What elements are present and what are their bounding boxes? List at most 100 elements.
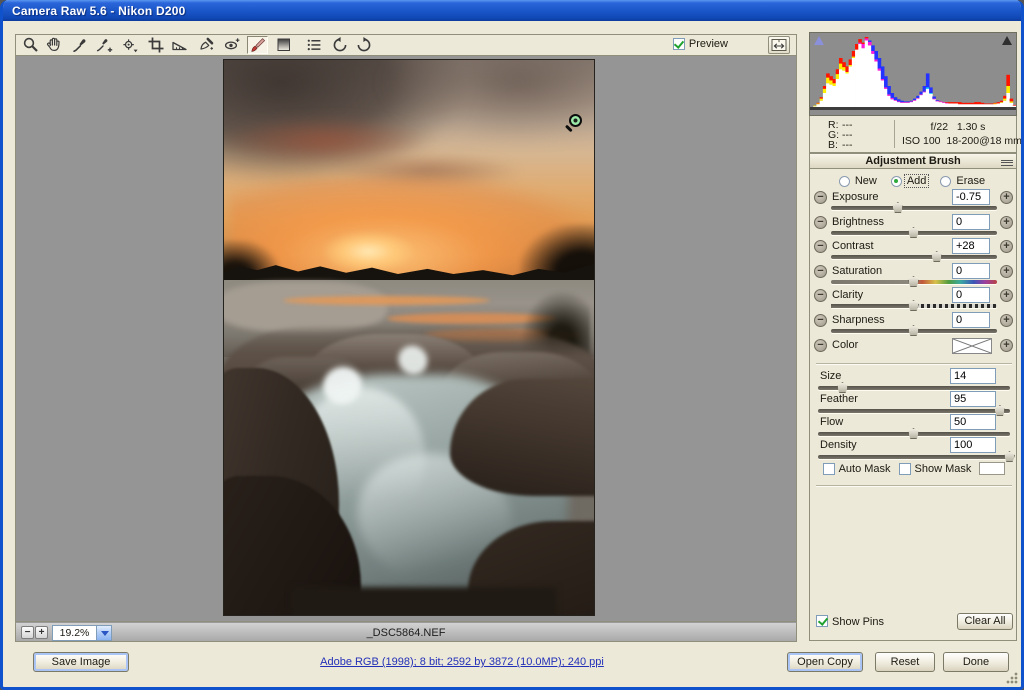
show-mask-checkbox[interactable] (899, 463, 911, 475)
sharpness-increase-button[interactable]: + (1000, 314, 1013, 327)
resize-grip[interactable] (1006, 672, 1018, 684)
highlight-clipping-indicator[interactable] (1002, 36, 1012, 45)
preview-label: Preview (689, 38, 728, 50)
graduated-filter-tool-button[interactable] (273, 36, 294, 54)
open-copy-button[interactable]: Open Copy (787, 652, 863, 672)
slider-thumb[interactable] (908, 276, 919, 287)
reset-button[interactable]: Reset (875, 652, 935, 672)
size-row: Size (810, 369, 1018, 392)
clarity-value-input[interactable] (952, 287, 990, 303)
image-info-link[interactable]: Adobe RGB (1998); 8 bit; 2592 by 3872 (1… (320, 656, 604, 668)
preview-toggle[interactable]: Preview (673, 38, 728, 50)
rotate-right-button[interactable] (353, 36, 374, 54)
slider-thumb[interactable] (931, 251, 942, 262)
clarity-increase-button[interactable]: + (1000, 289, 1013, 302)
slider-thumb[interactable] (1004, 451, 1015, 462)
density-value-input[interactable] (950, 437, 996, 453)
rotate-left-button[interactable] (329, 36, 350, 54)
hand-tool-button[interactable] (43, 36, 64, 54)
save-image-button[interactable]: Save Image (33, 652, 129, 672)
rotate-left-icon (331, 36, 349, 54)
sharpness-decrease-button[interactable]: − (814, 314, 827, 327)
panel-menu-icon[interactable] (1001, 158, 1013, 166)
histogram-chart (810, 33, 1016, 115)
density-slider[interactable] (818, 455, 1010, 459)
adjustment-brush-tool-button[interactable] (247, 36, 268, 54)
slider-thumb[interactable] (892, 202, 903, 213)
size-value-input[interactable] (950, 368, 996, 384)
brightness-slider[interactable] (831, 231, 997, 235)
flow-row: Flow (810, 415, 1018, 438)
slider-thumb[interactable] (908, 300, 919, 311)
targeted-adjustment-tool-button[interactable] (119, 36, 140, 54)
window-titlebar[interactable]: Camera Raw 5.6 - Nikon D200 (3, 0, 1021, 21)
saturation-decrease-button[interactable]: − (814, 265, 827, 278)
clarity-decrease-button[interactable]: − (814, 289, 827, 302)
window-title: Camera Raw 5.6 - Nikon D200 (12, 4, 185, 18)
feather-value-input[interactable] (950, 391, 996, 407)
feather-slider[interactable] (818, 409, 1010, 413)
color-swatch[interactable] (952, 338, 992, 354)
clear-all-button[interactable]: Clear All (957, 613, 1013, 630)
new-radio[interactable] (839, 176, 850, 187)
flow-value-input[interactable] (950, 414, 996, 430)
adjustment-brush-tool-icon (249, 36, 267, 54)
done-button[interactable]: Done (943, 652, 1009, 672)
photo-flat-rock (223, 282, 387, 332)
show-pins-checkbox[interactable] (816, 615, 828, 627)
contrast-slider[interactable] (831, 255, 997, 259)
shadow-clipping-indicator[interactable] (814, 36, 824, 45)
color-sampler-tool-button[interactable] (93, 36, 114, 54)
mode-erase[interactable]: Erase (940, 175, 987, 187)
white-balance-tool-button[interactable] (69, 36, 90, 54)
slider-thumb[interactable] (908, 227, 919, 238)
fullscreen-toggle-icon (771, 38, 787, 52)
color-increase-button[interactable]: + (1000, 339, 1013, 352)
saturation-increase-button[interactable]: + (1000, 265, 1013, 278)
add-radio[interactable] (891, 176, 902, 187)
preview-checkbox[interactable] (673, 38, 685, 50)
brightness-increase-button[interactable]: + (1000, 216, 1013, 229)
photo-canvas[interactable] (223, 59, 595, 616)
crop-tool-icon (147, 36, 165, 54)
exposure-slider[interactable] (831, 206, 997, 210)
exposure-value-input[interactable] (952, 189, 990, 205)
adjustment-brush-panel: New Add Erase − Exposure + − Brightness … (809, 169, 1017, 641)
mode-add[interactable]: Add (891, 175, 929, 187)
preferences-button[interactable] (303, 36, 324, 54)
sharpness-label: Sharpness (832, 314, 885, 326)
spot-removal-tool-button[interactable] (195, 36, 216, 54)
brightness-decrease-button[interactable]: − (814, 216, 827, 229)
mask-color-swatch[interactable] (979, 462, 1005, 475)
preferences-icon (305, 36, 323, 54)
fullscreen-toggle-button[interactable] (768, 36, 790, 54)
clarity-slider[interactable] (831, 304, 997, 308)
contrast-decrease-button[interactable]: − (814, 240, 827, 253)
saturation-slider[interactable] (831, 280, 997, 284)
sharpness-value-input[interactable] (952, 312, 990, 328)
workflow-options: Adobe RGB (1998); 8 bit; 2592 by 3872 (1… (143, 656, 781, 668)
exposure-increase-button[interactable]: + (1000, 191, 1013, 204)
saturation-value-input[interactable] (952, 263, 990, 279)
erase-radio[interactable] (940, 176, 951, 187)
flow-slider[interactable] (818, 432, 1010, 436)
sharpness-slider[interactable] (831, 329, 997, 333)
panel-header: Adjustment Brush (809, 153, 1017, 169)
size-slider[interactable] (818, 386, 1010, 390)
red-eye-tool-button[interactable] (221, 36, 242, 54)
straighten-tool-icon (171, 36, 189, 54)
color-decrease-button[interactable]: − (814, 339, 827, 352)
contrast-value-input[interactable] (952, 238, 990, 254)
auto-mask-checkbox[interactable] (823, 463, 835, 475)
mode-new[interactable]: New (839, 175, 879, 187)
exposure-decrease-button[interactable]: − (814, 191, 827, 204)
slider-thumb[interactable] (908, 325, 919, 336)
erase-label: Erase (954, 175, 987, 187)
zoom-tool-button[interactable] (20, 36, 41, 54)
zoom-status-bar: − + 19.2% _DSC5864.NEF (15, 622, 797, 642)
brightness-value-input[interactable] (952, 214, 990, 230)
straighten-tool-button[interactable] (169, 36, 190, 54)
spot-removal-tool-icon (197, 36, 215, 54)
crop-tool-button[interactable] (145, 36, 166, 54)
contrast-increase-button[interactable]: + (1000, 240, 1013, 253)
